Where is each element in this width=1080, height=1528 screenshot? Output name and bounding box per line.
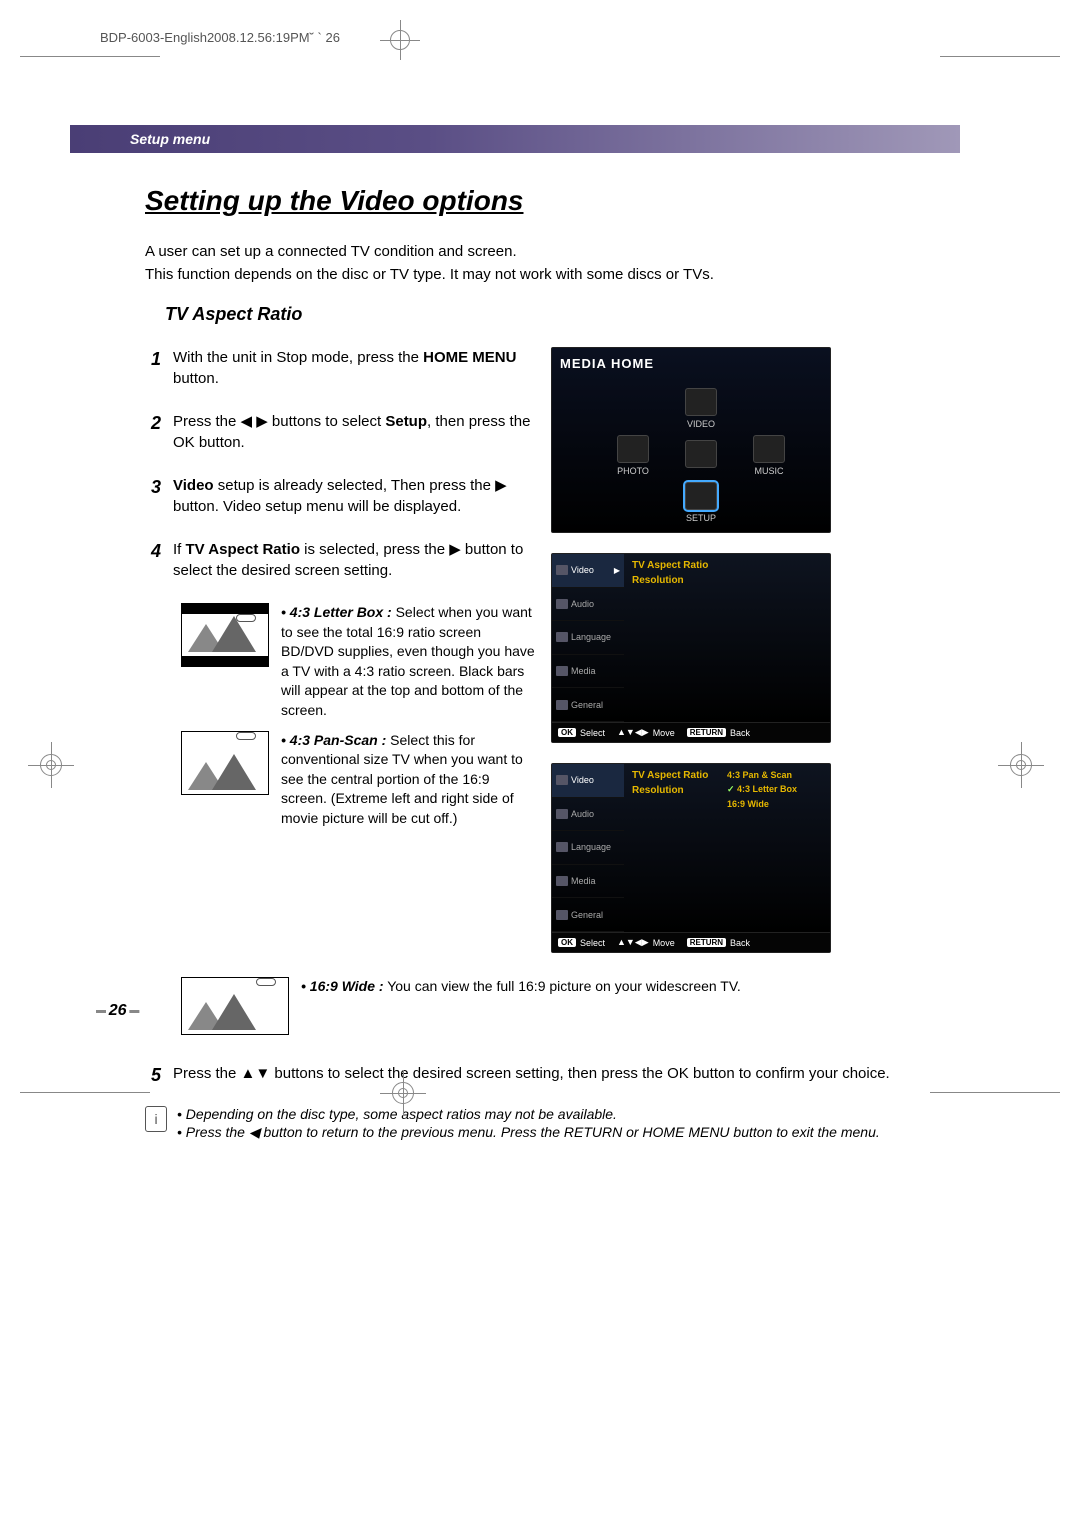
print-header: BDP-6003-English2008.12.56:19PM˘ ` 26 [100,30,340,45]
mode-description: • 4:3 Pan-Scan : Select this for convent… [281,731,535,829]
step-text: Press the ◀ ▶ buttons to select Setup, t… [173,411,535,453]
step-text: With the unit in Stop mode, press the HO… [173,347,535,389]
mode-wide: • 16:9 Wide : You can view the full 16:9… [181,977,945,1035]
intro-line: This function depends on the disc or TV … [145,264,945,287]
crop-line [20,56,160,57]
step-text: If TV Aspect Ratio is selected, press th… [173,539,535,581]
sidebar-video: Video▶ [552,554,624,588]
step-number: 1 [145,347,173,389]
home-setup-icon: SETUP [679,482,723,523]
step-number: 2 [145,411,173,453]
subsection-title: TV Aspect Ratio [165,304,945,325]
registration-mark [380,1070,426,1116]
mode-description: • 16:9 Wide : You can view the full 16:9… [301,977,945,997]
intro-line: A user can set up a connected TV conditi… [145,241,945,264]
sidebar-audio: Audio [552,588,624,622]
home-center-icon [679,440,723,471]
option-letter-box: 4:3 Letter Box [727,784,815,795]
intro-text: A user can set up a connected TV conditi… [145,241,945,286]
home-video-icon: VIDEO [679,388,723,429]
sidebar-video: Video [552,764,624,798]
option-wide: 16:9 Wide [727,799,815,809]
sidebar-media: Media [552,865,624,899]
step-text: Press the ▲▼ buttons to select the desir… [173,1063,945,1088]
mode-description: • 4:3 Letter Box : Select when you want … [281,603,535,721]
screenshot-aspect-options: Video Audio Language Media General TV As… [551,763,831,953]
section-band: Setup menu [70,125,960,153]
crop-mark [390,30,410,50]
screenshot-setup-menu: Video▶ Audio Language Media General TV A… [551,553,831,743]
registration-mark [28,742,74,788]
screenshot-media-home: MEDIA HOME VIDEO PHOTO MUSIC SETUP [551,347,831,533]
mode-letterbox: • 4:3 Letter Box : Select when you want … [181,603,535,721]
registration-mark [998,742,1044,788]
media-home-title: MEDIA HOME [560,356,822,371]
sidebar-media: Media [552,655,624,689]
step-5: 5 Press the ▲▼ buttons to select the des… [145,1063,945,1088]
step-text: Video setup is already selected, Then pr… [173,475,535,517]
step-4: 4 If TV Aspect Ratio is selected, press … [145,539,535,581]
page-title: Setting up the Video options [145,185,945,217]
home-music-icon: MUSIC [747,435,791,476]
wide-thumbnail [181,977,289,1035]
crop-line [940,56,1060,57]
menu-resolution: Resolution [632,575,822,586]
step-number: 3 [145,475,173,517]
sidebar-general: General [552,898,624,932]
menu-tv-aspect: TV Aspect Ratio [632,560,822,571]
menu-resolution: Resolution [632,785,713,796]
sidebar-language: Language [552,831,624,865]
letterbox-thumbnail [181,603,269,667]
step-number: 4 [145,539,173,581]
sidebar-general: General [552,688,624,722]
step-1: 1 With the unit in Stop mode, press the … [145,347,535,389]
sidebar-language: Language [552,621,624,655]
menu-tv-aspect: TV Aspect Ratio [632,770,713,781]
crop-line [20,1092,150,1093]
crop-line [930,1092,1060,1093]
osd-footer: OKSelect ▲▼◀▶Move RETURNBack [552,932,830,952]
page-number: 26 [96,1002,139,1020]
note-line: • Press the ◀ button to return to the pr… [177,1124,880,1141]
home-photo-icon: PHOTO [611,435,655,476]
option-pan-scan: 4:3 Pan & Scan [727,770,815,780]
panscan-thumbnail [181,731,269,795]
osd-footer: OKSelect ▲▼◀▶Move RETURNBack [552,722,830,742]
info-icon: i [145,1106,167,1132]
sidebar-audio: Audio [552,798,624,832]
step-2: 2 Press the ◀ ▶ buttons to select Setup,… [145,411,535,453]
step-3: 3 Video setup is already selected, Then … [145,475,535,517]
mode-panscan: • 4:3 Pan-Scan : Select this for convent… [181,731,535,829]
step-number: 5 [145,1063,173,1088]
note-block: i • Depending on the disc type, some asp… [145,1106,945,1143]
note-line: • Depending on the disc type, some aspec… [177,1106,880,1122]
